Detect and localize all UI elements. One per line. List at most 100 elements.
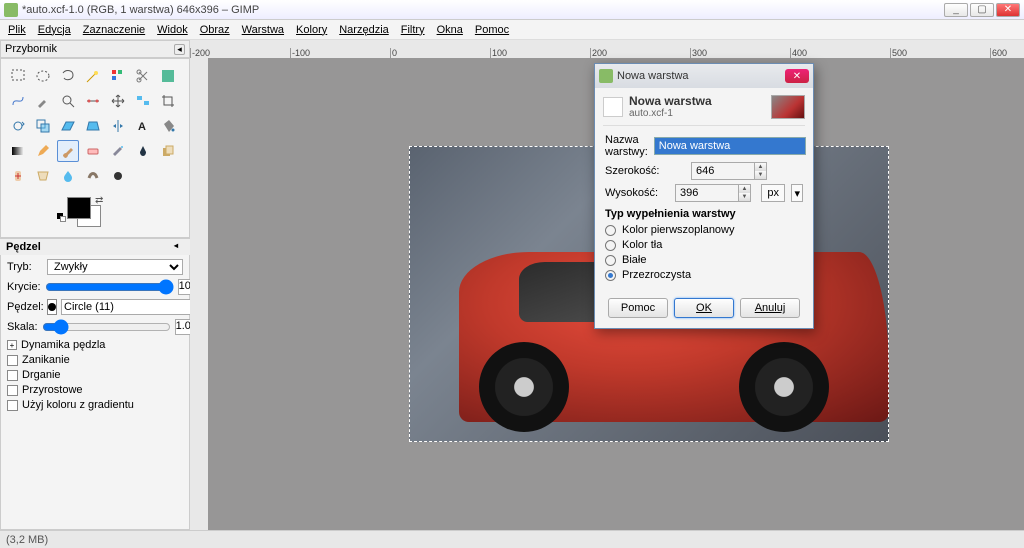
gradient-tool[interactable] (7, 140, 29, 162)
scale-label: Skala: (7, 321, 38, 333)
layer-icon (603, 97, 623, 117)
picker-tool[interactable] (32, 90, 54, 112)
crop-tool[interactable] (157, 90, 179, 112)
layer-name-label: Nazwa warstwy: (605, 134, 648, 158)
perspective-tool[interactable] (82, 115, 104, 137)
options-menu-icon[interactable]: ◂ (174, 241, 184, 251)
color-select-tool[interactable] (107, 65, 129, 87)
height-spin[interactable]: 396▲▼ (675, 184, 751, 202)
height-label: Wysokość: (605, 187, 669, 199)
rotate-tool[interactable] (7, 115, 29, 137)
lasso-tool[interactable] (57, 65, 79, 87)
ok-button[interactable]: OK (674, 298, 734, 318)
align-tool[interactable] (132, 90, 154, 112)
perspective-clone-tool[interactable] (32, 165, 54, 187)
swap-colors-icon[interactable]: ⇄ (95, 195, 103, 206)
text-tool[interactable]: A (132, 115, 154, 137)
brush-options: Tryb: Zwykły Krycie: 100.0 Pędzel: Skala… (0, 255, 190, 530)
jitter-check[interactable]: Drganie (7, 369, 183, 381)
fill-white-radio[interactable]: Białe (605, 254, 803, 266)
eraser-tool[interactable] (82, 140, 104, 162)
width-spin[interactable]: 646▲▼ (691, 162, 767, 180)
fill-fg-radio[interactable]: Kolor pierwszoplanowy (605, 224, 803, 236)
status-bar: (3,2 MB) (0, 530, 1024, 548)
paintbrush-tool[interactable] (57, 140, 79, 162)
menu-okna[interactable]: Okna (431, 22, 469, 38)
fill-bg-radio[interactable]: Kolor tła (605, 239, 803, 251)
toolbox: A ⇄ (0, 58, 190, 238)
layer-name-input[interactable] (654, 137, 806, 155)
smudge-tool[interactable] (82, 165, 104, 187)
opacity-slider[interactable] (45, 280, 174, 294)
new-layer-dialog: Nowa warstwa ✕ Nowa warstwa auto.xcf-1 N… (594, 63, 814, 329)
menu-pomoc[interactable]: Pomoc (469, 22, 515, 38)
minimize-button[interactable]: _ (944, 3, 968, 17)
menu-filtry[interactable]: Filtry (395, 22, 431, 38)
cancel-button[interactable]: Anuluj (740, 298, 800, 318)
zoom-tool[interactable] (57, 90, 79, 112)
mode-label: Tryb: (7, 261, 43, 273)
flip-tool[interactable] (107, 115, 129, 137)
gimp-icon (599, 69, 613, 83)
scale-tool[interactable] (32, 115, 54, 137)
dodge-tool[interactable] (107, 165, 129, 187)
wand-tool[interactable] (82, 65, 104, 87)
menu-obraz[interactable]: Obraz (194, 22, 236, 38)
width-label: Szerokość: (605, 165, 685, 177)
brush-name[interactable] (61, 299, 209, 315)
fg-color[interactable] (67, 197, 91, 219)
gimp-icon (4, 3, 18, 17)
toolbox-close-icon[interactable]: ◂ (174, 44, 185, 55)
mode-select[interactable]: Zwykły (47, 259, 183, 275)
default-colors-icon[interactable] (57, 213, 67, 223)
pencil-tool[interactable] (32, 140, 54, 162)
fg-select-tool[interactable] (157, 65, 179, 87)
menu-kolory[interactable]: Kolory (290, 22, 333, 38)
brush-options-header: Pędzel ◂ (0, 238, 190, 255)
fill-heading: Typ wypełnienia warstwy (605, 208, 803, 220)
dialog-thumb (771, 95, 805, 119)
heal-tool[interactable] (7, 165, 29, 187)
unit-select[interactable]: px (761, 184, 785, 202)
menu-zaznaczenie[interactable]: Zaznaczenie (77, 22, 151, 38)
maximize-button[interactable]: ▢ (970, 3, 994, 17)
clone-tool[interactable] (157, 140, 179, 162)
close-button[interactable]: ✕ (996, 3, 1020, 17)
menu-warstwa[interactable]: Warstwa (236, 22, 290, 38)
incremental-check[interactable]: Przyrostowe (7, 384, 183, 396)
ellipse-select-tool[interactable] (32, 65, 54, 87)
window-title: *auto.xcf-1.0 (RGB, 1 warstwa) 646x396 –… (22, 4, 944, 16)
unit-dropdown-icon[interactable]: ▾ (791, 184, 803, 202)
scale-slider[interactable] (42, 320, 171, 334)
scissors-tool[interactable] (132, 65, 154, 87)
gradient-check[interactable]: Użyj koloru z gradientu (7, 399, 183, 411)
status-text: (3,2 MB) (6, 534, 48, 546)
toolbox-title: Przybornik (5, 43, 174, 55)
dynamics-expander[interactable]: +Dynamika pędzla (7, 339, 183, 351)
airbrush-tool[interactable] (107, 140, 129, 162)
ruler-horizontal: -200-1000100200300400500600 (190, 40, 1024, 58)
ink-tool[interactable] (132, 140, 154, 162)
shear-tool[interactable] (57, 115, 79, 137)
fg-bg-swatches[interactable]: ⇄ (67, 197, 107, 231)
brush-preview[interactable] (47, 299, 57, 315)
dialog-close-button[interactable]: ✕ (785, 69, 809, 83)
menu-narzedzia[interactable]: Narzędzia (333, 22, 395, 38)
bucket-tool[interactable] (157, 115, 179, 137)
fade-check[interactable]: Zanikanie (7, 354, 183, 366)
menu-plik[interactable]: Plik (2, 22, 32, 38)
move-tool[interactable] (107, 90, 129, 112)
menu-edycja[interactable]: Edycja (32, 22, 77, 38)
menu-widok[interactable]: Widok (151, 22, 194, 38)
measure-tool[interactable] (82, 90, 104, 112)
dialog-title: Nowa warstwa (617, 70, 785, 82)
dialog-file: auto.xcf-1 (629, 108, 765, 119)
help-button[interactable]: Pomoc (608, 298, 668, 318)
rect-select-tool[interactable] (7, 65, 29, 87)
dialog-heading: Nowa warstwa (629, 94, 765, 108)
fill-transparent-radio[interactable]: Przezroczysta (605, 269, 803, 281)
opacity-label: Krycie: (7, 281, 41, 293)
toolbox-title-bar: Przybornik ◂ (0, 40, 190, 58)
paths-tool[interactable] (7, 90, 29, 112)
blur-tool[interactable] (57, 165, 79, 187)
